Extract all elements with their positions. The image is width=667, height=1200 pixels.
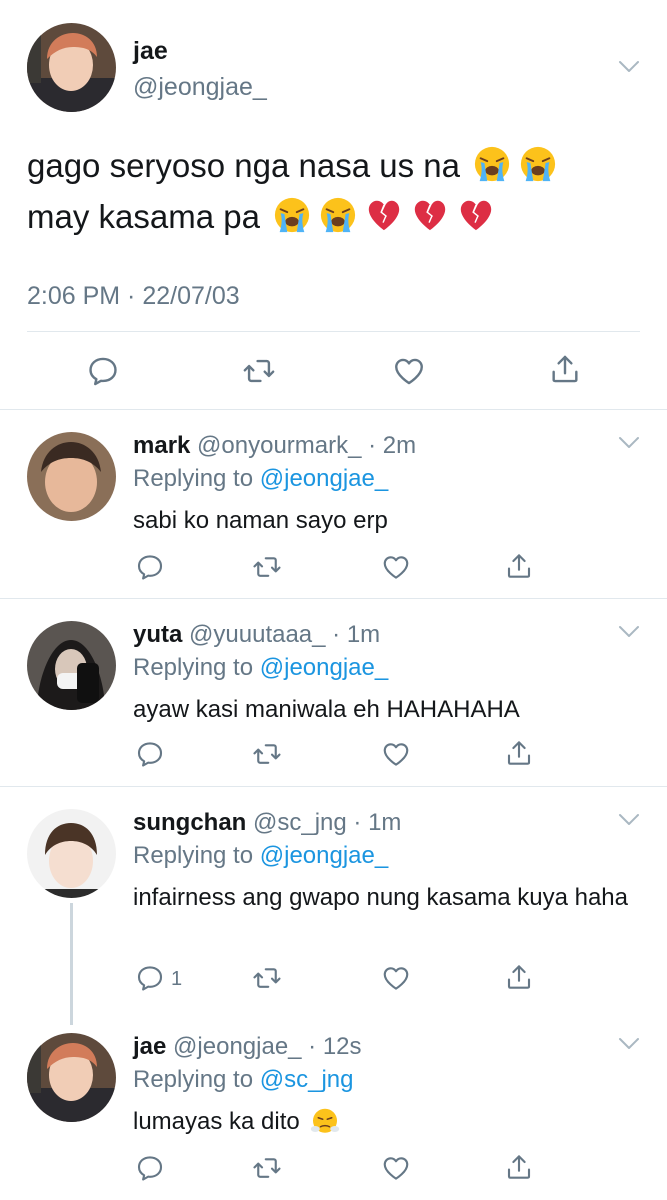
reply-tweet[interactable]: yuta @yuuutaaa_ · 1m Replying to @jeongj…	[0, 599, 667, 787]
replying-to-link[interactable]: @sc_jng	[260, 1066, 354, 1093]
avatar[interactable]	[27, 1033, 116, 1122]
chevron-down-icon[interactable]	[618, 1037, 640, 1051]
replying-to: Replying to @sc_jng	[133, 1066, 354, 1094]
reply-text: infairness ang gwapo nung kasama kuya ha…	[133, 884, 628, 911]
share-icon[interactable]	[504, 1152, 534, 1182]
reply-icon[interactable]	[135, 739, 165, 769]
share-icon[interactable]	[504, 551, 534, 581]
replying-to: Replying to @jeongjae_	[133, 842, 388, 870]
loudly-crying-face-emoji-icon	[273, 196, 311, 234]
replying-label: Replying to	[133, 654, 260, 681]
chevron-down-icon[interactable]	[618, 813, 640, 827]
author-meta: @onyourmark_ · 2m	[197, 432, 417, 459]
author-name[interactable]: jae	[133, 1033, 166, 1060]
reply-icon[interactable]	[86, 354, 120, 388]
heart-icon[interactable]	[392, 354, 426, 388]
author-meta: @jeongjae_ · 12s	[173, 1033, 362, 1060]
replying-label: Replying to	[133, 465, 260, 492]
loudly-crying-face-emoji-icon	[319, 196, 357, 234]
heart-icon[interactable]	[381, 963, 411, 993]
replying-to: Replying to @jeongjae_	[133, 654, 388, 682]
chevron-down-icon[interactable]	[618, 436, 640, 450]
reply-text-content: lumayas ka dito	[133, 1108, 300, 1135]
replying-label: Replying to	[133, 842, 260, 869]
chevron-down-icon[interactable]	[618, 60, 640, 74]
share-icon[interactable]	[504, 738, 534, 768]
loudly-crying-face-emoji-icon	[519, 145, 557, 183]
broken-heart-emoji-icon	[365, 196, 403, 234]
face-with-steam-emoji-icon	[310, 1105, 340, 1135]
heart-icon[interactable]	[381, 739, 411, 769]
retweet-icon[interactable]	[252, 963, 282, 993]
author-handle[interactable]: @jeongjae_	[133, 73, 267, 102]
author-name[interactable]: mark	[133, 432, 190, 459]
divider	[27, 331, 640, 332]
retweet-icon[interactable]	[252, 1153, 282, 1183]
avatar[interactable]	[27, 432, 116, 521]
heart-icon[interactable]	[381, 1153, 411, 1183]
retweet-icon[interactable]	[242, 354, 276, 388]
loudly-crying-face-emoji-icon	[473, 145, 511, 183]
reply-icon[interactable]	[135, 1153, 165, 1183]
tweet-timestamp[interactable]: 2:06 PM · 22/07/03	[27, 282, 240, 311]
retweet-icon[interactable]	[252, 739, 282, 769]
author-name[interactable]: yuta	[133, 621, 182, 648]
avatar[interactable]	[27, 809, 116, 898]
reply-tweet[interactable]: mark @onyourmark_ · 2m Replying to @jeon…	[0, 410, 667, 599]
reply-tweet[interactable]: sungchan @sc_jng · 1m Replying to @jeong…	[0, 787, 667, 1019]
reply-text: ayaw kasi maniwala eh HAHAHAHA	[133, 696, 520, 723]
reply-tweet[interactable]: jae @jeongjae_ · 12s Replying to @sc_jng…	[0, 1011, 667, 1200]
reply-header: yuta @yuuutaaa_ · 1m	[133, 621, 380, 649]
reply-header: mark @onyourmark_ · 2m	[133, 432, 416, 460]
broken-heart-emoji-icon	[457, 196, 495, 234]
tweet-text-line1: gago seryoso nga nasa us na	[27, 147, 460, 184]
author-meta: @sc_jng · 1m	[253, 809, 402, 836]
reply-header: sungchan @sc_jng · 1m	[133, 809, 401, 837]
author-name[interactable]: sungchan	[133, 809, 246, 836]
reply-icon[interactable]	[135, 963, 165, 993]
reply-icon[interactable]	[135, 552, 165, 582]
reply-text: sabi ko naman sayo erp	[133, 507, 388, 534]
avatar[interactable]	[27, 621, 116, 710]
replying-to-link[interactable]: @jeongjae_	[260, 465, 388, 492]
chevron-down-icon[interactable]	[618, 625, 640, 639]
replying-to-link[interactable]: @jeongjae_	[260, 654, 388, 681]
author-name[interactable]: jae	[133, 37, 168, 66]
replying-label: Replying to	[133, 1066, 260, 1093]
replying-to-link[interactable]: @jeongjae_	[260, 842, 388, 869]
share-icon[interactable]	[504, 962, 534, 992]
author-meta: @yuuutaaa_ · 1m	[189, 621, 381, 648]
tweet-text-line2: may kasama pa	[27, 198, 260, 235]
heart-icon[interactable]	[381, 552, 411, 582]
tweet-text: gago seryoso nga nasa us na may kasama p…	[27, 140, 637, 242]
avatar[interactable]	[27, 23, 116, 112]
reply-header: jae @jeongjae_ · 12s	[133, 1033, 362, 1061]
main-tweet: jae @jeongjae_ gago seryoso nga nasa us …	[0, 0, 667, 410]
reply-text: lumayas ka dito	[133, 1104, 643, 1140]
broken-heart-emoji-icon	[411, 196, 449, 234]
share-icon[interactable]	[548, 352, 582, 386]
replying-to: Replying to @jeongjae_	[133, 465, 388, 493]
reply-count: 1	[171, 968, 183, 990]
retweet-icon[interactable]	[252, 552, 282, 582]
